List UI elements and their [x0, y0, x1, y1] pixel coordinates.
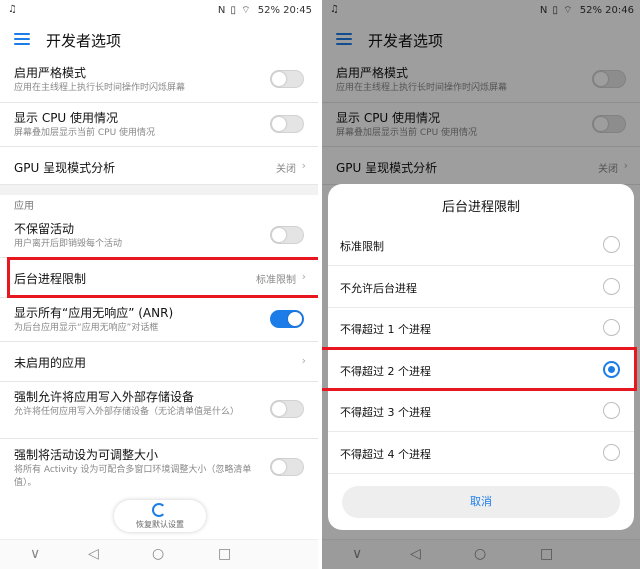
setting-title: 启用严格模式: [14, 66, 87, 80]
nav-bar: ∨ ◁ ○ □: [0, 539, 318, 569]
clock: 20:45: [283, 5, 312, 16]
setting-force-external-storage[interactable]: 强制允许将应用写入外部存储设备 允许将任何应用写入外部存储设备（无论清单值是什么…: [0, 382, 318, 439]
app-bar: 开发者选项: [0, 22, 318, 58]
right-screen: ♫ N ▯ ⌔ 52% 20:46 开发者选项 启用严格模式 应用在主线程上执行…: [322, 0, 640, 569]
highlight-box: [322, 347, 637, 391]
nav-down-icon[interactable]: ∨: [30, 546, 40, 562]
restore-label: 恢复默认设置: [136, 520, 184, 529]
setting-subtitle: 允许将任何应用写入外部存储设备（无论清单值是什么）: [14, 407, 240, 417]
back-icon[interactable]: ◁: [88, 546, 99, 562]
setting-show-anr[interactable]: 显示所有“应用无响应” (ANR) 为后台应用显示“应用无响应”对话框: [0, 298, 318, 342]
radio-unselected-icon[interactable]: [603, 277, 620, 295]
music-icon: ♫: [8, 4, 17, 15]
radio-option-label: 不得超过 1 个进程: [340, 323, 431, 336]
setting-title: 显示 CPU 使用情况: [14, 111, 119, 125]
chevron-right-icon: ›: [301, 159, 306, 172]
anr-toggle[interactable]: [270, 310, 304, 328]
radio-option-label: 不得超过 4 个进程: [340, 447, 431, 461]
cpu-usage-toggle[interactable]: [270, 115, 304, 133]
restore-icon: [152, 503, 166, 517]
radio-option[interactable]: 标准限制: [328, 225, 634, 266]
radio-unselected-icon[interactable]: [603, 236, 620, 253]
home-icon[interactable]: ○: [152, 546, 164, 562]
cancel-button[interactable]: 取消: [342, 486, 620, 518]
strict-mode-toggle[interactable]: [270, 70, 304, 88]
dialog-title: 后台进程限制: [441, 200, 520, 215]
section-header: 应用: [0, 195, 318, 213]
radio-unselected-icon[interactable]: [603, 443, 620, 461]
radio-unselected-icon[interactable]: [603, 319, 620, 336]
radio-unselected-icon[interactable]: [603, 402, 620, 419]
setting-cpu-usage[interactable]: 显示 CPU 使用情况 屏幕叠加层显示当前 CPU 使用情况: [0, 103, 318, 147]
setting-title: 不保留活动: [14, 222, 75, 236]
setting-title: 未启用的应用: [14, 356, 87, 370]
status-bar: ♫ N ▯ ⌔ 52% 20:45: [0, 0, 318, 22]
radio-option[interactable]: 不得超过 4 个进程: [328, 433, 634, 474]
menu-icon[interactable]: [14, 32, 30, 46]
setting-gpu-rendering[interactable]: GPU 呈现模式分析 关闭 ›: [0, 147, 318, 185]
highlight-box: [7, 257, 318, 298]
setting-subtitle: 屏幕叠加层显示当前 CPU 使用情况: [14, 128, 156, 138]
radio-option-label: 标准限制: [340, 240, 384, 253]
setting-inactive-apps[interactable]: 未启用的应用 ›: [0, 342, 318, 382]
status-icons: N ▯ ⌔: [217, 5, 252, 16]
setting-subtitle: 应用在主线程上执行长时间操作时闪烁屏幕: [14, 83, 186, 93]
left-screen: ♫ N ▯ ⌔ 52% 20:45 开发者选项 启用严格模式 应用在主线程上执行…: [0, 0, 318, 569]
setting-dont-keep-activities[interactable]: 不保留活动 用户离开后即销毁每个活动: [0, 214, 318, 258]
dont-keep-toggle[interactable]: [270, 226, 304, 244]
setting-subtitle: 为后台应用显示“应用无响应”对话框: [14, 323, 159, 333]
radio-option-label: 不允许后台进程: [340, 281, 417, 295]
page-title: 开发者选项: [46, 32, 122, 50]
setting-force-resizable[interactable]: 强制将活动设为可调整大小 将所有 Activity 设为可配合多窗口环境调整大小…: [0, 439, 318, 497]
radio-option-label: 不得超过 3 个进程: [340, 406, 431, 419]
radio-option[interactable]: 不允许后台进程: [328, 267, 634, 308]
force-external-toggle[interactable]: [270, 400, 304, 418]
setting-title: GPU 呈现模式分析: [14, 161, 116, 175]
setting-strict-mode[interactable]: 启用严格模式 应用在主线程上执行长时间操作时闪烁屏幕: [0, 58, 318, 103]
setting-title: 显示所有“应用无响应” (ANR): [14, 306, 174, 320]
setting-value: 关闭: [276, 164, 296, 175]
radio-option[interactable]: 不得超过 1 个进程: [328, 308, 634, 349]
chevron-right-icon: ›: [301, 354, 306, 367]
section-label-apps: 应用: [14, 201, 34, 212]
recent-apps-icon[interactable]: □: [218, 546, 231, 562]
radio-option[interactable]: 不得超过 3 个进程: [328, 391, 634, 432]
setting-title: 强制允许将应用写入外部存储设备: [14, 390, 195, 404]
setting-title: 强制将活动设为可调整大小: [14, 448, 159, 462]
setting-subtitle: 用户离开后即销毁每个活动: [14, 239, 123, 249]
restore-defaults-button[interactable]: 恢复默认设置: [114, 500, 206, 532]
resizable-toggle[interactable]: [270, 458, 304, 476]
section-divider: [0, 185, 318, 195]
battery-level: 52%: [257, 5, 280, 16]
setting-subtitle: 将所有 Activity 设为可配合多窗口环境调整大小（忽略清单值）。: [14, 465, 252, 488]
